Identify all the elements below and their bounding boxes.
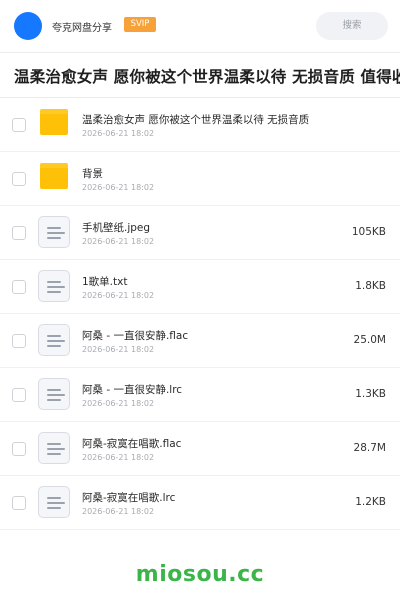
user-name: 夸克网盘分享 [52, 23, 112, 34]
list-item[interactable]: 手机壁纸.jpeg 2026-06-21 18:02 105KB [0, 206, 400, 260]
file-icon [38, 324, 70, 356]
share-title-bar: 温柔治愈女声 愿你被这个世界温柔以待 无损音质 值得收藏 [0, 52, 400, 98]
file-icon [38, 486, 70, 518]
list-item[interactable]: 阿桑 - 一直很安静.lrc 2026-06-21 18:02 1.3KB [0, 368, 400, 422]
file-icon [38, 378, 70, 410]
file-name: 温柔治愈女声 愿你被这个世界温柔以待 无损音质 [82, 114, 310, 126]
item-checkbox[interactable] [12, 388, 26, 402]
file-size: 1.8KB [355, 280, 386, 292]
search-input[interactable]: 搜索 [316, 12, 388, 40]
file-list: 温柔治愈女声 愿你被这个世界温柔以待 无损音质 2026-06-21 18:02… [0, 98, 400, 530]
list-item[interactable]: 1歌单.txt 2026-06-21 18:02 1.8KB [0, 260, 400, 314]
file-date: 2026-06-21 18:02 [82, 453, 155, 462]
file-date: 2026-06-21 18:02 [82, 399, 155, 408]
folder-icon [38, 162, 70, 194]
file-date: 2026-06-21 18:02 [82, 237, 155, 246]
file-date: 2026-06-21 18:02 [82, 345, 155, 354]
item-checkbox[interactable] [12, 280, 26, 294]
file-name: 背景 [82, 168, 103, 180]
list-item[interactable]: 阿桑-寂寞在唱歌.lrc 2026-06-21 18:02 1.2KB [0, 476, 400, 530]
item-checkbox[interactable] [12, 334, 26, 348]
list-item[interactable]: 阿桑-寂寞在唱歌.flac 2026-06-21 18:02 28.7M [0, 422, 400, 476]
file-size: 28.7M [353, 442, 386, 454]
file-icon [38, 432, 70, 464]
folder-icon [38, 108, 70, 140]
list-item[interactable]: 温柔治愈女声 愿你被这个世界温柔以待 无损音质 2026-06-21 18:02 [0, 98, 400, 152]
file-name: 1歌单.txt [82, 276, 128, 288]
item-checkbox[interactable] [12, 118, 26, 132]
item-checkbox[interactable] [12, 226, 26, 240]
file-icon [38, 270, 70, 302]
file-size: 25.0M [353, 334, 386, 346]
file-date: 2026-06-21 18:02 [82, 129, 155, 138]
file-name: 阿桑 - 一直很安静.lrc [82, 384, 183, 396]
avatar[interactable] [14, 12, 42, 40]
file-name: 手机壁纸.jpeg [82, 222, 151, 234]
list-item[interactable]: 阿桑 - 一直很安静.flac 2026-06-21 18:02 25.0M [0, 314, 400, 368]
header: 夸克网盘分享 SVIP 搜索 [0, 0, 400, 52]
file-name: 阿桑-寂寞在唱歌.lrc [82, 492, 176, 504]
file-date: 2026-06-21 18:02 [82, 291, 155, 300]
file-size: 105KB [351, 226, 386, 238]
file-name: 阿桑-寂寞在唱歌.flac [82, 438, 182, 450]
file-size: 1.3KB [355, 388, 386, 400]
item-checkbox[interactable] [12, 496, 26, 510]
list-item[interactable]: 背景 2026-06-21 18:02 [0, 152, 400, 206]
file-size: 1.2KB [355, 496, 386, 508]
item-checkbox[interactable] [12, 172, 26, 186]
item-checkbox[interactable] [12, 442, 26, 456]
file-date: 2026-06-21 18:02 [82, 507, 155, 516]
file-icon [38, 216, 70, 248]
page-title: 温柔治愈女声 愿你被这个世界温柔以待 无损音质 值得收藏 [14, 68, 400, 86]
watermark: miosou.cc [135, 562, 265, 587]
file-date: 2026-06-21 18:02 [82, 183, 155, 192]
svip-badge: SVIP [124, 17, 156, 32]
file-name: 阿桑 - 一直很安静.flac [82, 330, 189, 342]
